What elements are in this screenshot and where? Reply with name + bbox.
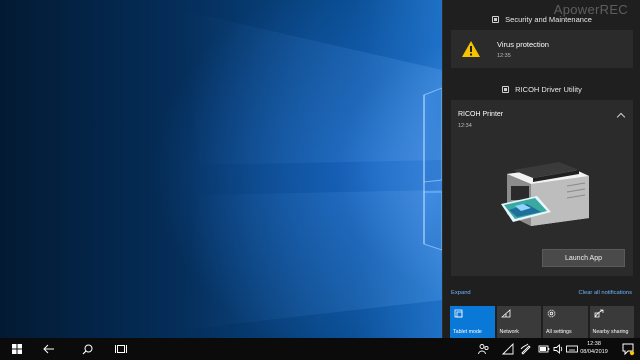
network-icon <box>500 309 510 318</box>
task-view-icon <box>115 345 127 353</box>
quick-action-tablet-mode[interactable]: Tablet mode <box>450 306 495 338</box>
expand-link[interactable]: Expand <box>451 290 471 296</box>
search-button[interactable] <box>72 338 102 360</box>
quick-action-label: Tablet mode <box>453 329 482 335</box>
notification-time: 12:34 <box>458 123 472 129</box>
taskbar: 12:38 08/04/2019 <box>0 338 640 360</box>
search-icon <box>82 344 92 354</box>
quick-action-all-settings[interactable]: All settings <box>543 306 588 338</box>
quick-action-label: Nearby sharing <box>592 329 629 335</box>
volume-icon[interactable] <box>553 343 565 355</box>
notification-title: Virus protection <box>497 40 549 49</box>
quick-action-nearby-sharing[interactable]: Nearby sharing <box>589 306 634 338</box>
notification-title: RICOH Printer <box>458 111 504 118</box>
pen-workspace-icon[interactable] <box>520 343 532 355</box>
launch-app-button[interactable]: Launch App <box>542 249 625 267</box>
battery-icon[interactable] <box>538 343 550 355</box>
notification-ricoh-printer[interactable]: RICOH Printer 12:34 Launch App <box>451 100 633 276</box>
action-center: ApowerREC Security and Maintenance Virus… <box>442 0 640 338</box>
group-header-label: Security and Maintenance <box>505 14 592 24</box>
notification-time: 12:35 <box>497 53 511 59</box>
clear-all-notifications-link[interactable]: Clear all notifications <box>579 290 633 296</box>
group-header-security[interactable]: Security and Maintenance <box>443 10 640 28</box>
task-view-button[interactable] <box>106 338 136 360</box>
desktop-wallpaper <box>0 0 442 338</box>
quick-action-network[interactable]: Network <box>496 306 541 338</box>
start-button[interactable] <box>2 338 32 360</box>
notification-icon <box>622 343 635 356</box>
settings-icon <box>547 309 556 318</box>
network-tray-icon[interactable] <box>502 343 514 355</box>
nearby-sharing-icon <box>594 309 603 318</box>
quick-action-label: All settings <box>546 329 572 335</box>
back-arrow-icon <box>43 344 54 354</box>
chevron-up-icon[interactable] <box>616 112 626 122</box>
windows-start-icon <box>12 344 22 354</box>
group-header-ricoh[interactable]: RICOH Driver Utility <box>443 80 640 98</box>
tablet-mode-icon <box>454 309 463 318</box>
clock-time: 12:38 <box>587 341 601 347</box>
windows-logo-wallpaper <box>180 10 442 330</box>
action-center-button[interactable] <box>616 338 640 360</box>
security-maintenance-icon <box>492 15 500 23</box>
warning-icon <box>462 41 480 57</box>
people-icon[interactable] <box>478 343 490 355</box>
notification-virus-protection[interactable]: Virus protection 12:35 <box>451 30 633 68</box>
clock-date: 08/04/2019 <box>580 348 608 355</box>
group-header-label: RICOH Driver Utility <box>515 84 582 94</box>
app-icon <box>502 85 510 93</box>
taskbar-clock[interactable]: 12:38 08/04/2019 <box>576 341 612 356</box>
printer-icon <box>501 162 589 226</box>
back-button[interactable] <box>34 338 64 360</box>
quick-action-label: Network <box>499 329 519 335</box>
quick-actions: Tablet mode Network All settings Nearby … <box>450 306 634 338</box>
